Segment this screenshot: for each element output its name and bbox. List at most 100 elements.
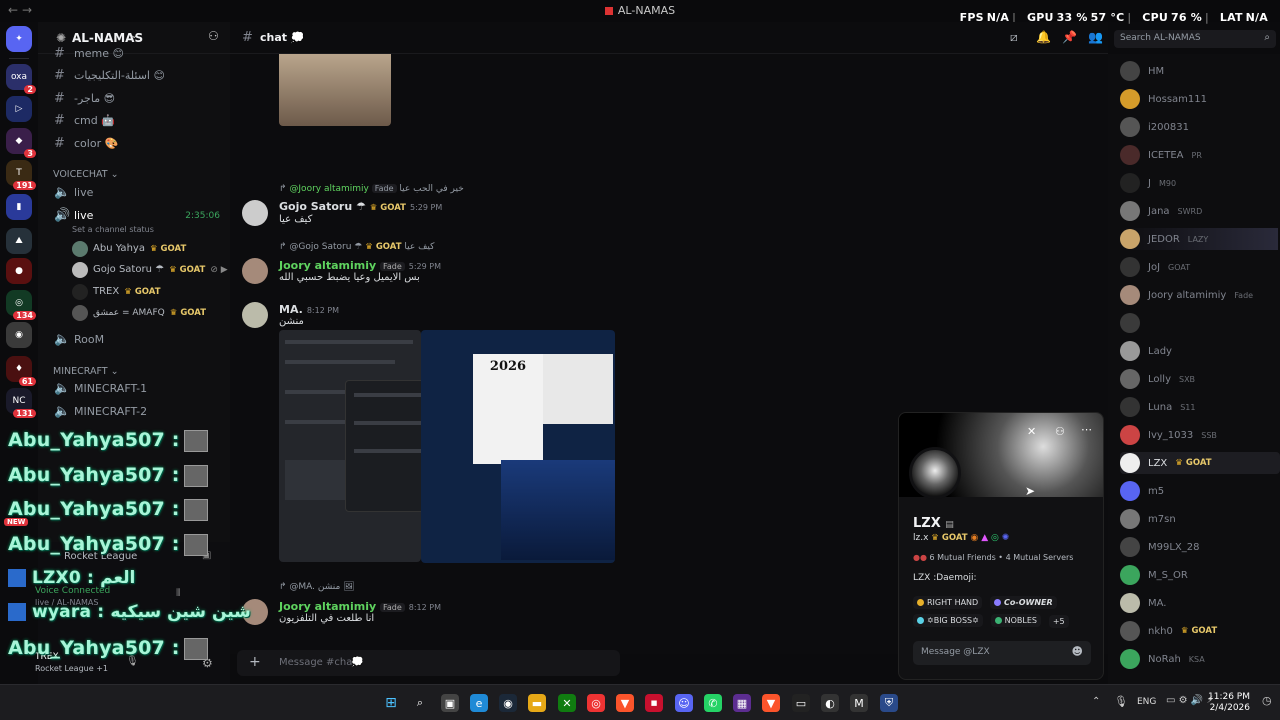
windows-start-icon[interactable]: ⊞ xyxy=(382,694,400,712)
member-item[interactable]: M_S_OR xyxy=(1120,564,1188,586)
message-composer[interactable]: + Message #chat 💭 xyxy=(237,650,620,676)
member-item[interactable]: Joory altamimiy Fade xyxy=(1120,284,1253,306)
threads-icon[interactable]: ⧄ xyxy=(1010,30,1018,45)
member-item[interactable]: m7sn xyxy=(1120,508,1176,530)
message-author[interactable]: Joory altamimiy xyxy=(279,259,376,272)
voice-user[interactable]: عمشق = AMAFQ GOAT xyxy=(72,303,206,323)
voice-channel-live-2[interactable]: 🔊 live 2:35:06 xyxy=(46,206,222,226)
channel-majar[interactable]: # -ماجر 😎 xyxy=(46,89,222,109)
obs-icon[interactable]: ◐ xyxy=(821,694,839,712)
voice-user[interactable]: Gojo Satoru ☂ GOAT ⊘ ▶ xyxy=(72,260,228,280)
channel-color[interactable]: # color 🎨 xyxy=(46,134,222,154)
shield-icon[interactable]: ⛨ xyxy=(880,694,898,712)
attached-screenshot-3[interactable]: 2026 xyxy=(421,330,615,563)
server-icon-9[interactable]: ♦ 61 xyxy=(6,356,36,386)
app-icon[interactable]: ■ xyxy=(645,694,663,712)
search-icon[interactable]: ⌕ xyxy=(411,694,429,712)
search-box[interactable]: Search AL-NAMAS ⌕ xyxy=(1114,30,1276,48)
server-icon-6[interactable]: ● xyxy=(6,258,32,284)
member-list-icon[interactable]: 👥 xyxy=(1088,30,1103,44)
app-grid-icon[interactable]: ▦ xyxy=(733,694,751,712)
reply-preview[interactable]: ↱ @Gojo Satoru ☂ GOAT كيف عيا xyxy=(279,242,434,252)
member-item[interactable]: ICETEA PR xyxy=(1120,144,1202,166)
mutuals-row[interactable]: ●● 6 Mutual Friends • 4 Mutual Servers xyxy=(913,553,1073,562)
file-explorer-icon[interactable]: ▬ xyxy=(528,694,546,712)
member-item[interactable]: JoJ GOAT xyxy=(1120,256,1190,278)
message-author[interactable]: MA. xyxy=(279,303,303,316)
voice-channel-minecraft-1[interactable]: 🔈 MINECRAFT-1 xyxy=(46,379,222,399)
language-indicator[interactable]: ENG xyxy=(1137,697,1156,707)
app-icon-2[interactable]: M xyxy=(850,694,868,712)
member-item[interactable]: Lolly SXB xyxy=(1120,368,1195,390)
emoji-icon[interactable]: ☻ xyxy=(1072,645,1083,658)
server-icon-8[interactable]: ◉ xyxy=(6,322,32,348)
member-item[interactable]: m5 xyxy=(1120,480,1164,502)
member-item[interactable]: Lady xyxy=(1120,340,1172,362)
message-author[interactable]: Joory altamimiy xyxy=(279,600,376,613)
server-icon-2[interactable]: ▷ xyxy=(6,96,32,122)
clock[interactable]: 11:26 PM 2/4/2026 xyxy=(1208,692,1250,714)
discord-taskbar-icon[interactable]: ☺ xyxy=(675,694,693,712)
terminal-icon[interactable]: ▭ xyxy=(792,694,810,712)
reply-preview[interactable]: ↱ @Joory altamimiy Fade خير في الحب عيا xyxy=(279,184,464,194)
voice-channel-live-1[interactable]: 🔈 live xyxy=(46,183,222,203)
channel-meme[interactable]: # meme 😊 xyxy=(46,44,222,64)
channel-status-hint[interactable]: Set a channel status xyxy=(72,225,154,234)
voice-user[interactable]: Abu Yahya GOAT xyxy=(72,239,186,259)
member-item[interactable]: Jana SWRD xyxy=(1120,200,1202,222)
category-voicechat[interactable]: VOICECHAT ⌄ xyxy=(53,169,119,180)
member-item[interactable]: Ivy_1033 SSB xyxy=(1120,424,1217,446)
pin-icon[interactable]: 📌 xyxy=(1062,30,1077,44)
member-item[interactable]: i200831 xyxy=(1120,116,1189,138)
invite-people-icon[interactable]: ⚇ xyxy=(208,29,219,43)
brave-icon[interactable]: ▼ xyxy=(616,694,634,712)
server-icon-5[interactable]: ⛰ xyxy=(6,228,32,254)
member-item[interactable] xyxy=(1120,312,1148,334)
avatar[interactable] xyxy=(242,302,268,328)
whatsapp-icon[interactable]: ✆ xyxy=(704,694,722,712)
noise-suppression-icon[interactable]: ⦀ xyxy=(176,588,180,599)
task-view-icon[interactable]: ▣ xyxy=(441,694,459,712)
member-item[interactable]: NoRah KSA xyxy=(1120,648,1205,670)
notification-bell-icon[interactable]: 🔔 xyxy=(1036,30,1051,44)
edge-browser-icon[interactable]: e xyxy=(470,694,488,712)
server-icon-1[interactable]: oxa 2 xyxy=(6,64,36,94)
member-item[interactable]: Hossam111 xyxy=(1120,88,1207,110)
member-item[interactable]: MA. xyxy=(1120,592,1166,614)
member-item-selected[interactable]: LZX GOAT xyxy=(1120,452,1280,474)
add-friend-icon[interactable]: ⚇ xyxy=(1055,425,1065,438)
category-minecraft[interactable]: MINECRAFT ⌄ xyxy=(53,366,119,377)
tray-icons[interactable]: ▭ ⚙ 🔊 ⚡ xyxy=(1166,695,1213,706)
notification-icon[interactable]: ◷ xyxy=(1262,694,1272,707)
server-folder-icon[interactable]: ▮ xyxy=(6,194,32,220)
more-roles-button[interactable]: +5 xyxy=(1048,615,1069,628)
add-attachment-icon[interactable]: + xyxy=(249,654,261,670)
brave-icon-2[interactable]: ▼ xyxy=(762,694,780,712)
discord-home-icon[interactable]: ✦ xyxy=(6,26,32,52)
member-item[interactable]: Luna S11 xyxy=(1120,396,1195,418)
member-item[interactable]: HM xyxy=(1120,60,1164,82)
server-icon-7[interactable]: ◎ 134 xyxy=(6,290,36,320)
member-item[interactable]: nkh0 GOAT xyxy=(1120,620,1217,642)
xbox-icon[interactable]: ✕ xyxy=(558,694,576,712)
profile-avatar[interactable] xyxy=(909,447,961,499)
profile-message-input[interactable]: Message @LZX ☻ xyxy=(913,641,1091,665)
server-icon-4[interactable]: T 191 xyxy=(6,160,36,190)
chrome-icon[interactable]: ◎ xyxy=(587,694,605,712)
voice-channel-minecraft-2[interactable]: 🔈 MINECRAFT-2 xyxy=(46,402,222,422)
channel-questions[interactable]: # اسئلة-التكليجيات 😊 xyxy=(46,66,222,86)
reply-preview[interactable]: ↱ @MA. منشن 🖼 xyxy=(279,582,355,592)
steam-icon[interactable]: ◉ xyxy=(499,694,517,712)
member-item[interactable]: M99LX_28 xyxy=(1120,536,1200,558)
avatar[interactable] xyxy=(242,200,268,226)
channel-cmd[interactable]: # cmd 🤖 xyxy=(46,111,222,131)
member-item[interactable]: J M90 xyxy=(1120,172,1176,194)
voice-channel-room[interactable]: 🔈 RooM xyxy=(46,330,222,350)
microphone-tray-icon[interactable]: 🎙 xyxy=(1114,695,1128,708)
voice-user[interactable]: TREX GOAT xyxy=(72,282,161,302)
attached-image[interactable] xyxy=(279,54,391,126)
server-icon-3[interactable]: ◆ 3 xyxy=(6,128,36,158)
member-item[interactable]: JEDOR LAZY xyxy=(1120,228,1278,250)
message-author[interactable]: Gojo Satoru ☂ xyxy=(279,200,366,213)
server-icon-10[interactable]: NC 131 xyxy=(6,388,36,418)
